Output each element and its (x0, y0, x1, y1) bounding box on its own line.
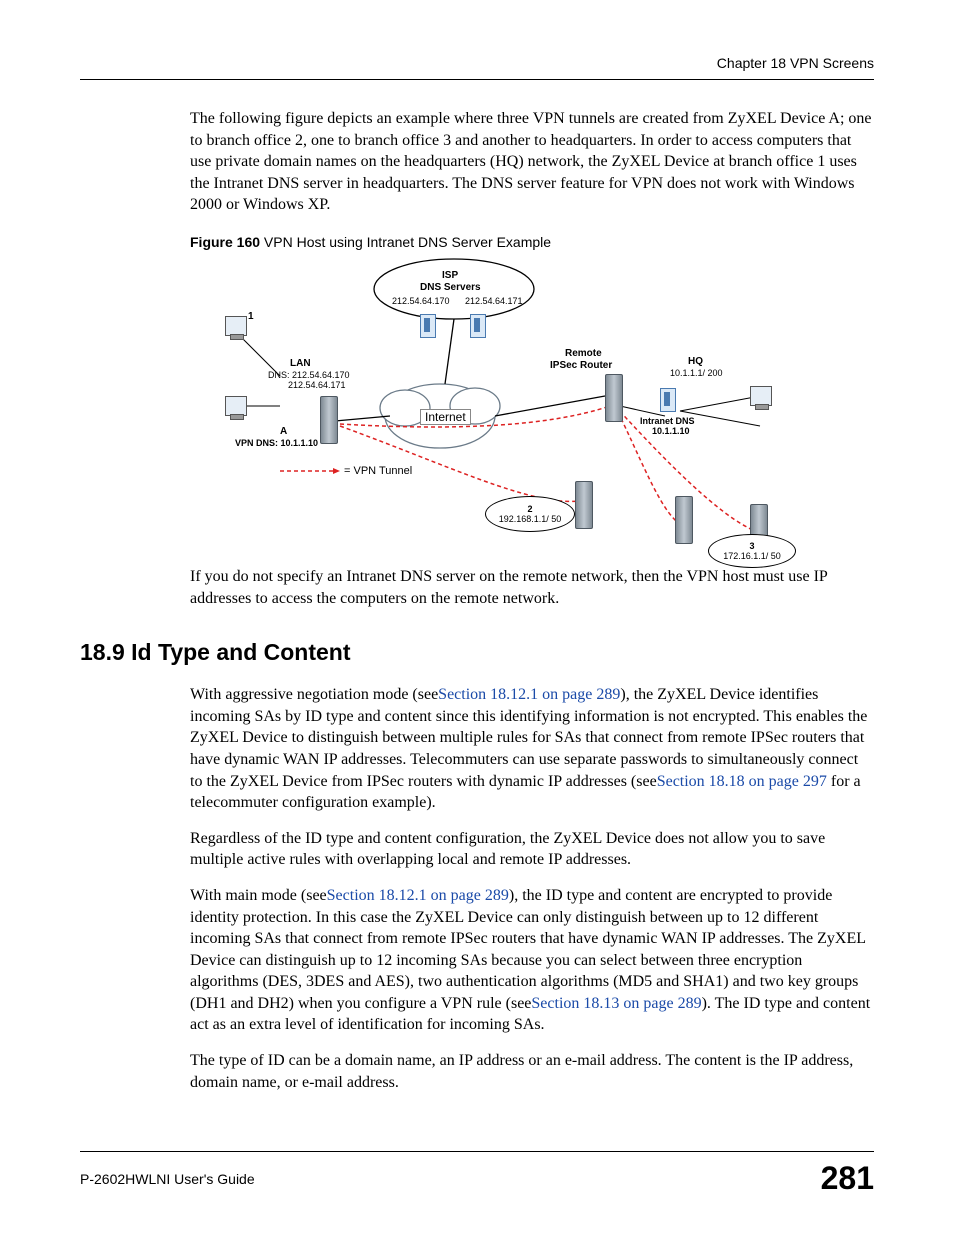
link-section-18-18[interactable]: Section 18.18 on page 297 (657, 773, 827, 790)
lan-label: LAN (290, 358, 311, 369)
after-figure-paragraph: If you do not specify an Intranet DNS se… (190, 566, 874, 609)
paragraph-4: The type of ID can be a domain name, an … (190, 1050, 874, 1093)
hq-ip: 10.1.1.1/ 200 (670, 368, 723, 378)
chapter-label: Chapter 18 VPN Screens (717, 55, 874, 71)
paragraph-1: With aggressive negotiation mode (seeSec… (190, 684, 874, 814)
section-body: With aggressive negotiation mode (seeSec… (190, 684, 874, 1093)
lan-dns2: 212.54.64.171 (288, 380, 346, 390)
hq-label: HQ (688, 356, 703, 367)
node3-label: 3 (749, 541, 754, 551)
device-a-label: A (280, 426, 287, 437)
node-1-label: 1 (248, 311, 254, 322)
node2-ip: 192.168.1.1/ 50 (499, 514, 562, 524)
page-footer: P-2602HWLNI User's Guide 281 (80, 1151, 874, 1197)
page: Chapter 18 VPN Screens The following fig… (0, 0, 954, 1235)
node3-oval: 3 172.16.1.1/ 50 (708, 534, 796, 568)
device-a-icon (320, 396, 338, 444)
pc-icon-1 (225, 316, 247, 336)
intranet-ip: 10.1.1.10 (652, 426, 690, 436)
node2-label: 2 (527, 504, 532, 514)
lan-dns1: DNS: 212.54.64.170 (268, 370, 350, 380)
ipsec-router-label: IPSec Router (550, 360, 612, 371)
dns-ip2: 212.54.64.171 (465, 296, 523, 306)
section-heading: 18.9 Id Type and Content (80, 639, 874, 666)
figure-diagram: ISP DNS Servers 212.54.64.170 212.54.64.… (220, 256, 810, 566)
isp-label: ISP (442, 270, 458, 281)
intranet-dns-label: Intranet DNS (640, 416, 695, 426)
intro-paragraph: The following figure depicts an example … (190, 108, 874, 216)
intro-block: The following figure depicts an example … (190, 108, 874, 216)
node3-ip: 172.16.1.1/ 50 (723, 551, 781, 561)
dns-ip1: 212.54.64.170 (392, 296, 450, 306)
dns-server-icon-2 (470, 314, 486, 338)
dns-server-icon-1 (420, 314, 436, 338)
node2-router-icon (575, 481, 593, 529)
link-section-18-12-1-a[interactable]: Section 18.12.1 on page 289 (438, 686, 620, 703)
intranet-dns-icon (660, 388, 676, 412)
dns-servers-label: DNS Servers (420, 282, 481, 293)
p3-text-b: ), the ID type and content are encrypted… (190, 887, 865, 1012)
footer-guide: P-2602HWLNI User's Guide (80, 1171, 255, 1187)
p3-text-a: With main mode (see (190, 887, 327, 904)
internet-label: Internet (420, 409, 471, 425)
remote-label: Remote (565, 348, 602, 359)
paragraph-2: Regardless of the ID type and content co… (190, 828, 874, 871)
footer-page-number: 281 (821, 1160, 874, 1197)
figure-title: VPN Host using Intranet DNS Server Examp… (260, 234, 551, 250)
remote-router-icon (605, 374, 623, 422)
hq-pc-icon (750, 386, 772, 406)
page-header: Chapter 18 VPN Screens (80, 55, 874, 80)
vpn-dns-label: VPN DNS: 10.1.1.10 (235, 438, 318, 448)
p1-text-a: With aggressive negotiation mode (see (190, 686, 438, 703)
pc-icon-2 (225, 396, 247, 416)
figure-number: Figure 160 (190, 234, 260, 250)
figure-caption: Figure 160 VPN Host using Intranet DNS S… (190, 234, 874, 250)
vpn-tunnel-legend: = VPN Tunnel (344, 465, 412, 477)
paragraph-3: With main mode (seeSection 18.12.1 on pa… (190, 885, 874, 1036)
after-figure-block: If you do not specify an Intranet DNS se… (190, 566, 874, 609)
link-section-18-13[interactable]: Section 18.13 on page 289 (531, 995, 701, 1012)
node2b-router-icon (675, 496, 693, 544)
link-section-18-12-1-b[interactable]: Section 18.12.1 on page 289 (327, 887, 509, 904)
node2-oval: 2 192.168.1.1/ 50 (485, 496, 575, 532)
